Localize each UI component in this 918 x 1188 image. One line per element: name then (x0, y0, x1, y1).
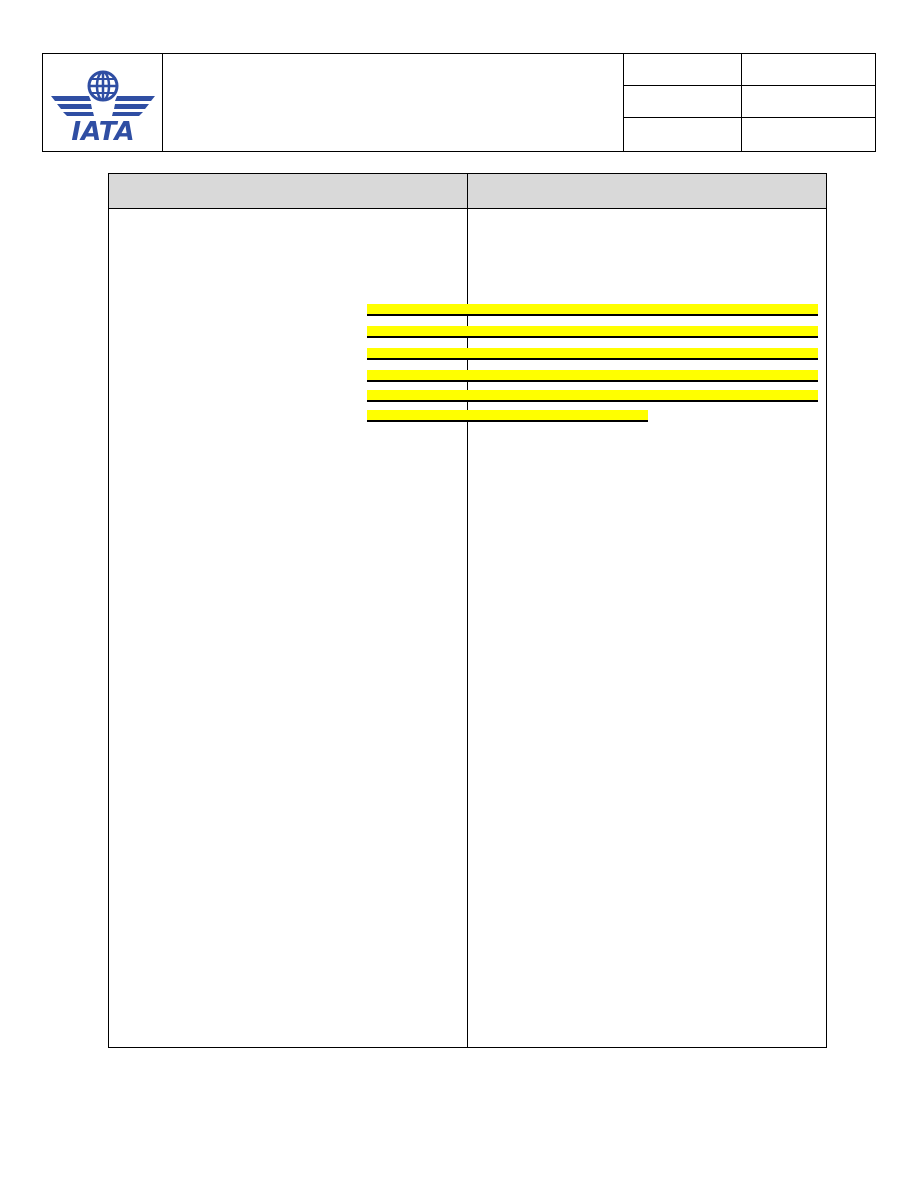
meta-label (624, 118, 742, 151)
meta-value (742, 86, 875, 117)
meta-row (624, 118, 875, 151)
meta-value (742, 118, 875, 151)
left-column-heading (109, 174, 468, 208)
iata-logo: IATA (51, 70, 155, 142)
document-meta-grid (624, 54, 875, 151)
document-header: IATA (42, 53, 876, 152)
svg-text:IATA: IATA (71, 117, 134, 142)
meta-row (624, 86, 875, 118)
meta-label (624, 86, 742, 117)
highlighted-line (367, 410, 648, 422)
highlighted-line (367, 326, 818, 338)
table-header-row (109, 174, 826, 209)
right-column-heading (468, 174, 826, 208)
highlighted-line (367, 370, 818, 382)
highlighted-line (367, 304, 818, 316)
meta-label (624, 54, 742, 85)
document-title (163, 54, 624, 151)
highlighted-line (367, 390, 818, 402)
highlighted-line (367, 348, 818, 360)
logo-cell: IATA (43, 54, 163, 151)
meta-row (624, 54, 875, 86)
meta-value (742, 54, 875, 85)
